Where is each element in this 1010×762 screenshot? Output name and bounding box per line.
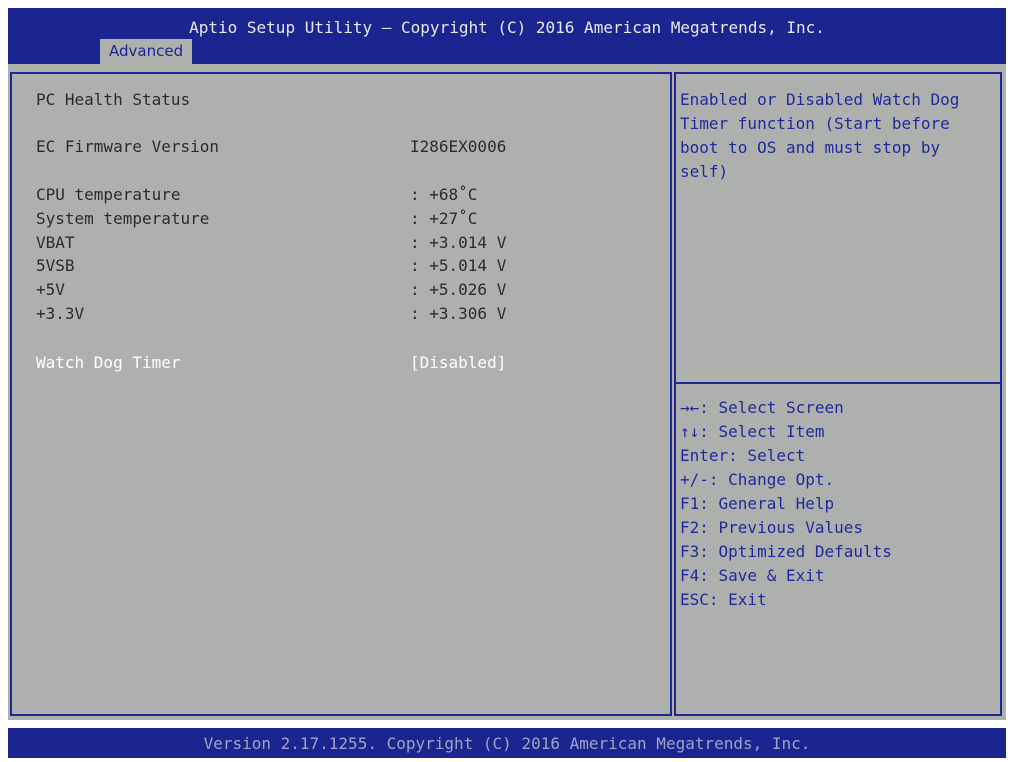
key-hint-f2: F2: Previous Values — [680, 518, 864, 537]
footer-bar: Version 2.17.1255. Copyright (C) 2016 Am… — [8, 728, 1006, 758]
watchdog-timer-label[interactable]: Watch Dog Timer — [36, 353, 181, 372]
key-hint-select-item: ↑↓: Select Item — [680, 422, 825, 441]
key-hint-change-opt: +/-: Change Opt. — [680, 470, 835, 489]
3v3-label: +3.3V — [36, 304, 85, 323]
cpu-temperature-value: : +68˚C — [410, 185, 478, 204]
key-hint-esc: ESC: Exit — [680, 590, 767, 609]
3v3-value: : +3.306 V — [410, 304, 507, 323]
section-title: PC Health Status — [36, 90, 191, 109]
key-hint-select-screen: →←: Select Screen — [680, 398, 844, 417]
help-divider — [676, 382, 1000, 384]
system-temperature-label: System temperature — [36, 209, 210, 228]
ec-firmware-value: I286EX0006 — [410, 137, 507, 156]
key-hint-enter: Enter: Select — [680, 446, 806, 465]
key-hint-f1: F1: General Help — [680, 494, 835, 513]
system-temperature-value: : +27˚C — [410, 209, 478, 228]
vbat-value: : +3.014 V — [410, 233, 507, 252]
5v-value: : +5.026 V — [410, 280, 507, 299]
help-description: Enabled or Disabled Watch Dog Timer func… — [680, 90, 969, 181]
version-text: Version 2.17.1255. Copyright (C) 2016 Am… — [203, 734, 811, 753]
settings-panel: PC Health Status EC Firmware Version I28… — [10, 72, 672, 716]
5vsb-value: : +5.014 V — [410, 256, 507, 275]
tab-advanced[interactable]: Advanced — [100, 39, 193, 64]
key-hint-f3: F3: Optimized Defaults — [680, 542, 892, 561]
5vsb-label: 5VSB — [36, 256, 75, 275]
watchdog-timer-value[interactable]: [Disabled] — [410, 353, 506, 372]
main-area: PC Health Status EC Firmware Version I28… — [8, 64, 1006, 720]
cpu-temperature-label: CPU temperature — [36, 185, 181, 204]
help-panel: Enabled or Disabled Watch Dog Timer func… — [674, 72, 1002, 716]
ec-firmware-label: EC Firmware Version — [36, 137, 220, 156]
title-bar: Aptio Setup Utility – Copyright (C) 2016… — [8, 8, 1006, 64]
key-legend: →←: Select Screen ↑↓: Select Item Enter:… — [680, 396, 892, 612]
app-title: Aptio Setup Utility – Copyright (C) 2016… — [189, 18, 825, 37]
5v-label: +5V — [36, 280, 65, 299]
key-hint-f4: F4: Save & Exit — [680, 566, 825, 585]
vbat-label: VBAT — [36, 233, 75, 252]
